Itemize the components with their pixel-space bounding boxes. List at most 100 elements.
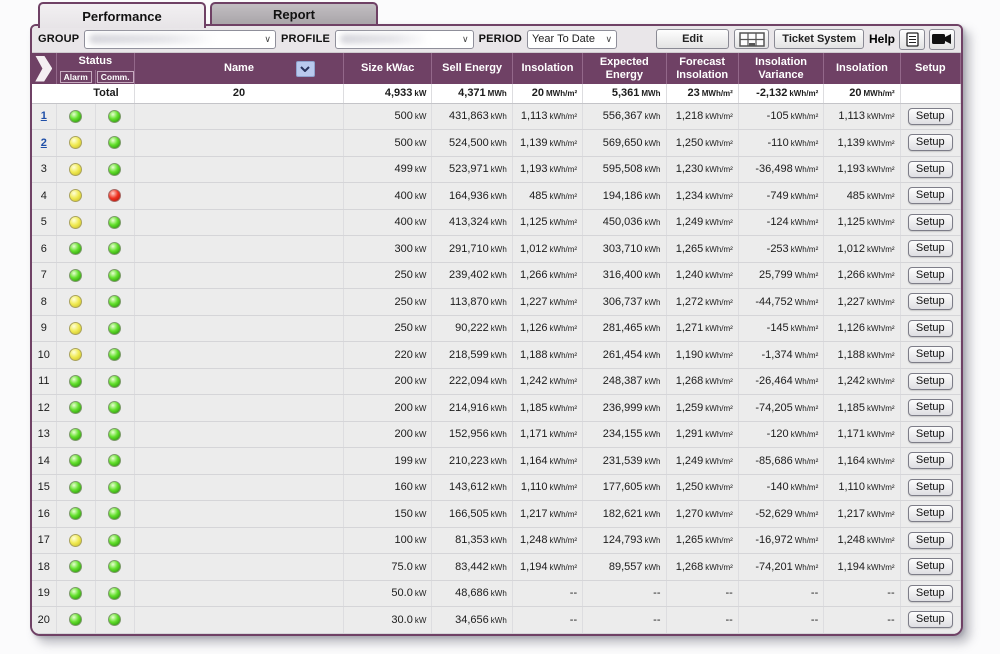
- redacted-profile-value: [340, 34, 430, 44]
- total-size-cell: 4,933kW: [343, 84, 431, 103]
- help-document-button[interactable]: [899, 29, 925, 50]
- setup-button[interactable]: Setup: [908, 585, 953, 602]
- comm-led-green-icon: [108, 454, 121, 467]
- site-name-cell: [134, 315, 343, 342]
- site-name-cell: [134, 342, 343, 369]
- insolation2-cell: 1,164kWh/m²: [824, 448, 900, 475]
- setup-button[interactable]: Setup: [908, 426, 953, 443]
- setup-button[interactable]: Setup: [908, 399, 953, 416]
- alarm-subheader: Alarm: [56, 70, 95, 84]
- alarm-status-cell: [56, 103, 95, 130]
- setup-button[interactable]: Setup: [908, 240, 953, 257]
- setup-button[interactable]: Setup: [908, 373, 953, 390]
- setup-button[interactable]: Setup: [908, 479, 953, 496]
- tab-report[interactable]: Report: [210, 2, 378, 24]
- setup-button[interactable]: Setup: [908, 532, 953, 549]
- period-select[interactable]: Year To Date ∨: [527, 30, 617, 49]
- table-row: 5400kW413,324kWh1,125kWh/m²450,036kWh1,2…: [32, 209, 961, 236]
- sell-cell: 164,936kWh: [432, 183, 512, 210]
- table-row: 14199kW210,223kWh1,164kWh/m²231,539kWh1,…: [32, 448, 961, 475]
- edit-button[interactable]: Edit: [656, 29, 729, 49]
- setup-button[interactable]: Setup: [908, 214, 953, 231]
- setup-button[interactable]: Setup: [908, 293, 953, 310]
- insolation-cell: 1,126kWh/m²: [512, 315, 582, 342]
- help-video-button[interactable]: [929, 29, 955, 50]
- comm-status-cell: [95, 183, 134, 210]
- group-select[interactable]: ∨: [84, 30, 276, 49]
- comm-status-cell: [95, 368, 134, 395]
- alarm-status-cell: [56, 474, 95, 501]
- table-row: 10220kW218,599kWh1,188kWh/m²261,454kWh1,…: [32, 342, 961, 369]
- ticket-system-button[interactable]: Ticket System: [774, 29, 864, 49]
- status-column-header: Status: [56, 53, 134, 70]
- insolation-cell: 1,164kWh/m²: [512, 448, 582, 475]
- comm-led-green-icon: [108, 613, 121, 626]
- table-body: Total204,933kW4,371MWh20MWh/m²5,361MWh23…: [32, 84, 961, 633]
- variance-cell: -74,205Wh/m²: [738, 395, 823, 422]
- expected-cell: 194,186kWh: [583, 183, 666, 210]
- expand-arrow-header[interactable]: [32, 53, 56, 84]
- size-cell: 400kW: [343, 183, 431, 210]
- alarm-led-green-icon: [69, 269, 82, 282]
- setup-cell: Setup: [900, 289, 960, 316]
- setup-button[interactable]: Setup: [908, 267, 953, 284]
- setup-button[interactable]: Setup: [908, 611, 953, 628]
- setup-cell: Setup: [900, 209, 960, 236]
- alarm-led-green-icon: [69, 401, 82, 414]
- variance-cell: 25,799Wh/m²: [738, 262, 823, 289]
- setup-button[interactable]: Setup: [908, 452, 953, 469]
- name-filter-dropdown[interactable]: [296, 61, 315, 77]
- expected-cell: 569,650kWh: [583, 130, 666, 157]
- setup-button[interactable]: Setup: [908, 346, 953, 363]
- setup-button[interactable]: Setup: [908, 320, 953, 337]
- variance-cell: -105kWh/m²: [738, 103, 823, 130]
- insolation2-cell: 1,266kWh/m²: [824, 262, 900, 289]
- expected-cell: 316,400kWh: [583, 262, 666, 289]
- size-cell: 500kW: [343, 130, 431, 157]
- row-number-cell: 16: [32, 501, 56, 528]
- alarm-led-green-icon: [69, 560, 82, 573]
- expected-cell: 248,387kWh: [583, 368, 666, 395]
- table-row: 1875.0kW83,442kWh1,194kWh/m²89,557kWh1,2…: [32, 554, 961, 581]
- setup-button[interactable]: Setup: [908, 161, 953, 178]
- total-expected-cell: 5,361MWh: [583, 84, 666, 103]
- row-number-cell: 15: [32, 474, 56, 501]
- alarm-status-cell: [56, 262, 95, 289]
- setup-button[interactable]: Setup: [908, 108, 953, 125]
- setup-button[interactable]: Setup: [908, 558, 953, 575]
- expected-cell: 595,508kWh: [583, 156, 666, 183]
- comm-status-cell: [95, 315, 134, 342]
- alarm-led-yellow-icon: [69, 322, 82, 335]
- insolation-cell: 1,266kWh/m²: [512, 262, 582, 289]
- grid-view-button[interactable]: [734, 29, 770, 49]
- alarm-led-green-icon: [69, 587, 82, 600]
- insolation-column-header: Insolation: [512, 53, 582, 84]
- document-icon: [906, 32, 919, 47]
- size-cell: 200kW: [343, 368, 431, 395]
- insolation-cell: 1,217kWh/m²: [512, 501, 582, 528]
- setup-cell: Setup: [900, 342, 960, 369]
- sell-cell: 239,402kWh: [432, 262, 512, 289]
- comm-led-green-icon: [108, 587, 121, 600]
- forecast-cell: 1,259kWh/m²: [666, 395, 738, 422]
- setup-button[interactable]: Setup: [908, 134, 953, 151]
- alarm-led-green-icon: [69, 110, 82, 123]
- sell-cell: 90,222kWh: [432, 315, 512, 342]
- tab-performance[interactable]: Performance: [38, 2, 206, 28]
- setup-button[interactable]: Setup: [908, 505, 953, 522]
- sell-cell: 214,916kWh: [432, 395, 512, 422]
- size-cell: 400kW: [343, 209, 431, 236]
- sell-cell: 152,956kWh: [432, 421, 512, 448]
- row-number-link[interactable]: 2: [41, 137, 47, 149]
- profile-select[interactable]: ∨: [335, 30, 474, 49]
- row-number-link[interactable]: 1: [41, 110, 47, 122]
- profile-label: PROFILE: [281, 33, 330, 45]
- comm-status-cell: [95, 156, 134, 183]
- size-cell: 250kW: [343, 289, 431, 316]
- comm-led-green-icon: [108, 136, 121, 149]
- variance-cell: -44,752Wh/m²: [738, 289, 823, 316]
- setup-button[interactable]: Setup: [908, 187, 953, 204]
- expected-cell: --: [583, 580, 666, 607]
- expected-cell: 124,793kWh: [583, 527, 666, 554]
- site-name-cell: [134, 289, 343, 316]
